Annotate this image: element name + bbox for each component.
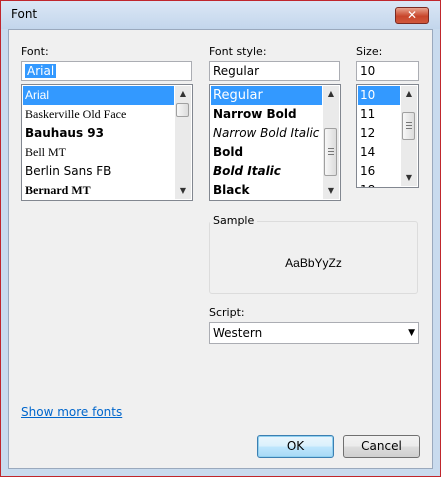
show-more-fonts-link[interactable]: Show more fonts xyxy=(21,405,122,419)
style-list-item[interactable]: Narrow Bold xyxy=(211,105,322,124)
font-style-label: Font style: xyxy=(209,45,267,58)
close-button[interactable]: ✕ xyxy=(395,7,429,24)
title-bar[interactable]: Font ✕ xyxy=(1,1,440,29)
script-value: Western xyxy=(213,326,263,340)
scroll-up-arrow-icon[interactable]: ▲ xyxy=(175,86,191,102)
scroll-down-arrow-icon[interactable]: ▼ xyxy=(323,183,339,199)
chevron-down-icon[interactable]: ▼ xyxy=(408,323,415,343)
ok-button[interactable]: OK xyxy=(257,435,334,458)
font-list-items: Arial Baskerville Old Face Bauhaus 93 Bell … xyxy=(23,86,174,199)
size-list[interactable]: 10111214161820 ▲ ▼ xyxy=(356,84,419,188)
font-dialog: Font ✕ Font: Arial Arial Baskerville Old … xyxy=(0,0,441,477)
size-list-item[interactable]: 14 xyxy=(358,143,400,162)
close-icon: ✕ xyxy=(406,8,418,22)
font-list[interactable]: Arial Baskerville Old Face Bauhaus 93 Bell … xyxy=(21,84,193,201)
font-style-list-items: Regular Narrow Bold Narrow Bold Italic Bold… xyxy=(211,86,322,199)
script-label: Script: xyxy=(209,306,245,319)
scroll-thumb[interactable] xyxy=(176,103,189,117)
sample-preview: AaBbYyZz xyxy=(285,256,342,270)
font-style-list[interactable]: Regular Narrow Bold Narrow Bold Italic Bold… xyxy=(209,84,341,201)
font-name-input[interactable]: Arial xyxy=(21,61,192,81)
sample-label: Sample xyxy=(210,214,258,227)
size-list-item[interactable]: 18 xyxy=(358,181,400,187)
size-list-item[interactable]: 10 xyxy=(358,86,400,105)
scroll-up-arrow-icon[interactable]: ▲ xyxy=(401,86,417,102)
font-list-item[interactable]: Bernard MT xyxy=(23,181,174,200)
font-style-input[interactable]: Regular xyxy=(209,61,340,81)
size-label: Size: xyxy=(356,45,383,58)
style-list-item[interactable]: Narrow Bold Italic xyxy=(211,124,322,143)
font-style-list-scrollbar[interactable]: ▲ ▼ xyxy=(323,86,339,199)
cancel-button[interactable]: Cancel xyxy=(343,435,420,458)
font-name-value: Arial xyxy=(25,64,57,78)
font-list-item[interactable]: Bell MT xyxy=(23,143,174,162)
scroll-down-arrow-icon[interactable]: ▼ xyxy=(401,170,417,186)
font-label: Font: xyxy=(21,45,49,58)
scroll-up-arrow-icon[interactable]: ▲ xyxy=(323,86,339,102)
font-list-item[interactable]: Bauhaus 93 xyxy=(23,124,174,143)
style-list-item[interactable]: Black xyxy=(211,181,322,200)
font-list-item[interactable]: Arial xyxy=(23,86,174,105)
size-list-scrollbar[interactable]: ▲ ▼ xyxy=(401,86,417,186)
scroll-thumb[interactable] xyxy=(324,128,337,176)
style-list-item[interactable]: Bold Italic xyxy=(211,162,322,181)
size-list-item[interactable]: 16 xyxy=(358,162,400,181)
scroll-thumb[interactable] xyxy=(402,112,415,140)
font-list-item[interactable]: Berlin Sans FB xyxy=(23,162,174,181)
dialog-body: Font: Arial Arial Baskerville Old Face Bau… xyxy=(8,29,433,469)
font-list-scrollbar[interactable]: ▲ ▼ xyxy=(175,86,191,199)
font-list-item[interactable]: Baskerville Old Face xyxy=(23,105,174,124)
size-list-items: 10111214161820 xyxy=(358,86,400,187)
size-list-item[interactable]: 12 xyxy=(358,124,400,143)
style-list-item[interactable]: Bold xyxy=(211,143,322,162)
style-list-item[interactable]: Regular xyxy=(211,86,322,105)
size-input[interactable]: 10 xyxy=(356,61,419,81)
dialog-title: Font xyxy=(11,7,38,21)
scroll-down-arrow-icon[interactable]: ▼ xyxy=(175,183,191,199)
script-select[interactable]: Western ▼ xyxy=(209,322,419,344)
size-list-item[interactable]: 11 xyxy=(358,105,400,124)
